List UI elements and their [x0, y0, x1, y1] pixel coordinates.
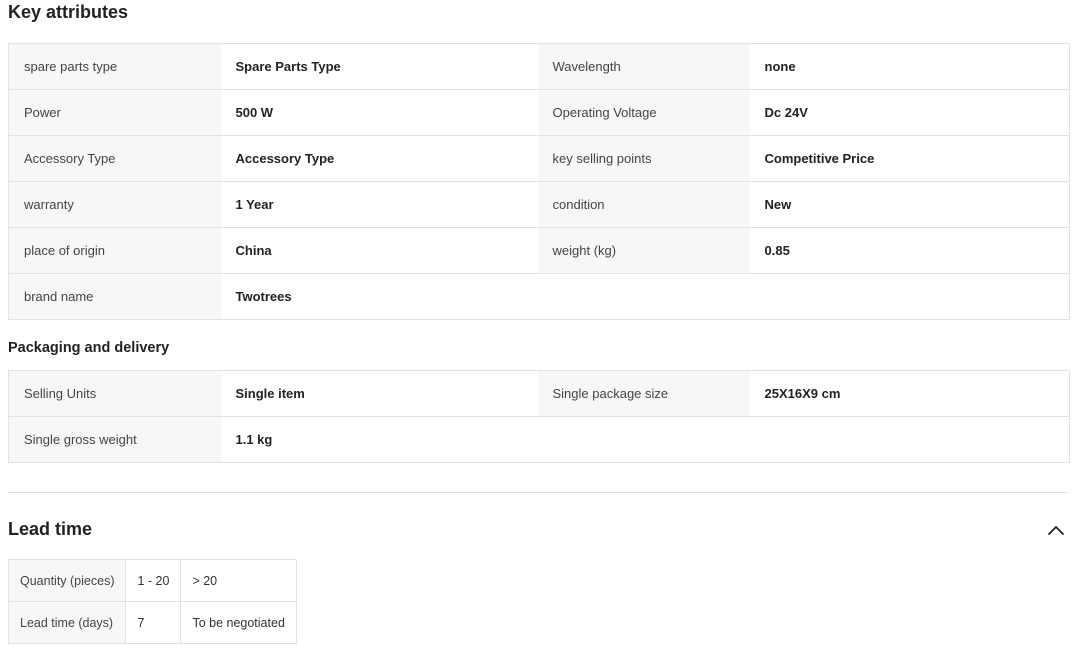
attribute-key: place of origin	[8, 227, 221, 274]
attribute-value: New	[749, 181, 1070, 228]
attribute-value: 1.1 kg	[220, 416, 538, 463]
quantity-cell: 1 - 20	[125, 559, 182, 602]
lead-days-cell: To be negotiated	[180, 601, 297, 644]
lead-days-cell: 7	[125, 601, 182, 644]
attribute-key: warranty	[8, 181, 221, 228]
attribute-key: Accessory Type	[8, 135, 221, 182]
attribute-row: Selling Units Single item Single package…	[8, 370, 1070, 417]
attribute-row: spare parts type Spare Parts Type Wavele…	[8, 43, 1070, 90]
lead-time-title: Lead time	[8, 519, 93, 539]
packaging-table: Selling Units Single item Single package…	[8, 370, 1070, 463]
quantity-cell: > 20	[180, 559, 297, 602]
attribute-value: 0.85	[749, 227, 1070, 274]
quantity-header: Quantity (pieces)	[7, 559, 127, 602]
attribute-key: Single gross weight	[8, 416, 221, 463]
attribute-key: Selling Units	[8, 370, 221, 417]
lead-time-quantity-row: Quantity (pieces) 1 - 20 > 20	[7, 559, 297, 602]
attribute-value: none	[749, 43, 1070, 90]
attribute-row: warranty 1 Year condition New	[8, 181, 1070, 228]
lead-days-header: Lead time (days)	[7, 601, 127, 644]
key-attributes-title: Key attributes	[8, 2, 129, 22]
attribute-value: China	[220, 227, 538, 274]
attribute-row: place of origin China weight (kg) 0.85	[8, 227, 1070, 274]
lead-time-table: Quantity (pieces) 1 - 20 > 20 Lead time …	[7, 559, 297, 644]
attribute-key: Operating Voltage	[537, 89, 750, 136]
attribute-value: 500 W	[220, 89, 538, 136]
empty-cell	[537, 273, 750, 320]
empty-cell	[749, 416, 1070, 463]
attribute-value: 25X16X9 cm	[749, 370, 1070, 417]
attribute-key: Single package size	[537, 370, 750, 417]
attribute-value: Accessory Type	[220, 135, 538, 182]
attribute-row: brand name Twotrees	[8, 273, 1070, 320]
attribute-value: Single item	[220, 370, 538, 417]
packaging-delivery-title: Packaging and delivery	[8, 340, 170, 356]
attribute-value: Competitive Price	[749, 135, 1070, 182]
lead-time-days-row: Lead time (days) 7 To be negotiated	[7, 601, 297, 644]
chevron-up-icon[interactable]	[1046, 522, 1066, 538]
empty-cell	[537, 416, 750, 463]
attribute-row: Accessory Type Accessory Type key sellin…	[8, 135, 1070, 182]
key-attributes-table: spare parts type Spare Parts Type Wavele…	[8, 43, 1070, 320]
attribute-key: brand name	[8, 273, 221, 320]
attribute-row: Single gross weight 1.1 kg	[8, 416, 1070, 463]
attribute-key: weight (kg)	[537, 227, 750, 274]
attribute-value: 1 Year	[220, 181, 538, 228]
attribute-key: condition	[537, 181, 750, 228]
attribute-value: Spare Parts Type	[220, 43, 538, 90]
attribute-key: Wavelength	[537, 43, 750, 90]
empty-cell	[749, 273, 1070, 320]
attribute-key: spare parts type	[8, 43, 221, 90]
attribute-value: Dc 24V	[749, 89, 1070, 136]
attribute-key: key selling points	[537, 135, 750, 182]
attribute-value: Twotrees	[220, 273, 538, 320]
section-divider	[8, 492, 1069, 493]
attribute-row: Power 500 W Operating Voltage Dc 24V	[8, 89, 1070, 136]
chevron-up-icon-graphic	[1048, 526, 1064, 535]
attribute-key: Power	[8, 89, 221, 136]
